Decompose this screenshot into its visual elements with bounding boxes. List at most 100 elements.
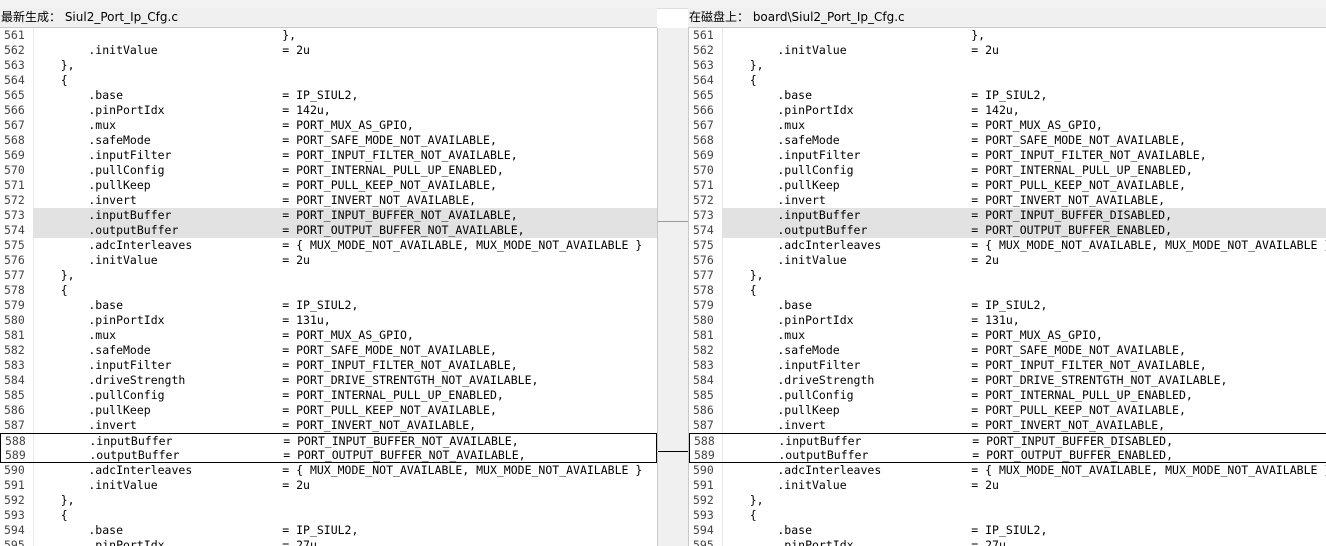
code-line[interactable]: 566 .pinPortIdx = 142u, (0, 103, 657, 118)
code-line[interactable]: 571 .pullKeep = PORT_PULL_KEEP_NOT_AVAIL… (689, 178, 1326, 193)
code-line[interactable]: 580 .pinPortIdx = 131u, (0, 313, 657, 328)
code-line[interactable]: 570 .pullConfig = PORT_INTERNAL_PULL_UP_… (0, 163, 657, 178)
code-line[interactable]: 583 .inputFilter = PORT_INPUT_FILTER_NOT… (0, 358, 657, 373)
code-line[interactable]: 567 .mux = PORT_MUX_AS_GPIO, (689, 118, 1326, 133)
code-line[interactable]: 562 .initValue = 2u (689, 43, 1326, 58)
code-line[interactable]: 562 .initValue = 2u (0, 43, 657, 58)
code-line[interactable]: 568 .safeMode = PORT_SAFE_MODE_NOT_AVAIL… (0, 133, 657, 148)
code-text: .base = IP_SIUL2, (722, 88, 1048, 102)
code-line[interactable]: 578 { (689, 283, 1326, 298)
code-line[interactable]: 587 .invert = PORT_INVERT_NOT_AVAILABLE, (0, 418, 657, 433)
code-line[interactable]: 591 .initValue = 2u (689, 478, 1326, 493)
code-line[interactable]: 571 .pullKeep = PORT_PULL_KEEP_NOT_AVAIL… (0, 178, 657, 193)
code-line[interactable]: 591 .initValue = 2u (0, 478, 657, 493)
code-line[interactable]: 581 .mux = PORT_MUX_AS_GPIO, (0, 328, 657, 343)
code-line[interactable]: 585 .pullConfig = PORT_INTERNAL_PULL_UP_… (689, 388, 1326, 403)
code-line[interactable]: 577 }, (689, 268, 1326, 283)
code-line[interactable]: 580 .pinPortIdx = 131u, (689, 313, 1326, 328)
code-text: { (33, 508, 68, 522)
code-line[interactable]: 584 .driveStrength = PORT_DRIVE_STRENTGT… (689, 373, 1326, 388)
code-line[interactable]: 563 }, (689, 58, 1326, 73)
code-line[interactable]: 593 { (0, 508, 657, 523)
code-line[interactable]: 584 .driveStrength = PORT_DRIVE_STRENTGT… (0, 373, 657, 388)
code-line[interactable]: 588 .inputBuffer = PORT_INPUT_BUFFER_NOT… (0, 433, 657, 448)
code-line[interactable]: 589 .outputBuffer = PORT_OUTPUT_BUFFER_N… (0, 448, 657, 463)
line-number: 585 (4, 388, 25, 402)
line-number: 581 (693, 328, 714, 342)
code-line[interactable]: 569 .inputFilter = PORT_INPUT_FILTER_NOT… (0, 148, 657, 163)
code-line[interactable]: 575 .adcInterleaves = { MUX_MODE_NOT_AVA… (0, 238, 657, 253)
code-line[interactable]: 568 .safeMode = PORT_SAFE_MODE_NOT_AVAIL… (689, 133, 1326, 148)
code-line[interactable]: 577 }, (0, 268, 657, 283)
code-line[interactable]: 573 .inputBuffer = PORT_INPUT_BUFFER_DIS… (689, 208, 1326, 223)
code-line[interactable]: 561 }, (689, 28, 1326, 43)
code-line[interactable]: 586 .pullKeep = PORT_PULL_KEEP_NOT_AVAIL… (0, 403, 657, 418)
left-code-pane[interactable]: 561 }, 562 .initValue = 2u 563 }, 564 {565 … (0, 28, 657, 546)
code-line[interactable]: 579 .base = IP_SIUL2, (0, 298, 657, 313)
code-line[interactable]: 594 .base = IP_SIUL2, (0, 523, 657, 538)
code-text: .initValue = 2u (722, 43, 999, 57)
code-line[interactable]: 585 .pullConfig = PORT_INTERNAL_PULL_UP_… (0, 388, 657, 403)
code-line[interactable]: 574 .outputBuffer = PORT_OUTPUT_BUFFER_E… (689, 223, 1326, 238)
code-line[interactable]: 586 .pullKeep = PORT_PULL_KEEP_NOT_AVAIL… (689, 403, 1326, 418)
right-code-lines: 561 }, 562 .initValue = 2u 563 }, 564 {565 … (689, 28, 1326, 546)
code-line[interactable]: 592 }, (0, 493, 657, 508)
code-line[interactable]: 595 .pinPortIdx = 27u, (0, 538, 657, 546)
code-line[interactable]: 590 .adcInterleaves = { MUX_MODE_NOT_AVA… (689, 463, 1326, 478)
code-line[interactable]: 576 .initValue = 2u (0, 253, 657, 268)
code-line[interactable]: 565 .base = IP_SIUL2, (689, 88, 1326, 103)
code-text: .invert = PORT_INVERT_NOT_AVAILABLE, (722, 418, 1166, 432)
code-line[interactable]: 582 .safeMode = PORT_SAFE_MODE_NOT_AVAIL… (0, 343, 657, 358)
code-line[interactable]: 569 .inputFilter = PORT_INPUT_FILTER_NOT… (689, 148, 1326, 163)
diff-gutter[interactable] (657, 28, 689, 546)
code-text: .safeMode = PORT_SAFE_MODE_NOT_AVAILABLE… (33, 133, 497, 147)
code-text: .initValue = 2u (33, 253, 310, 267)
code-line[interactable]: 565 .base = IP_SIUL2, (0, 88, 657, 103)
code-line[interactable]: 590 .adcInterleaves = { MUX_MODE_NOT_AVA… (0, 463, 657, 478)
code-text: .pullKeep = PORT_PULL_KEEP_NOT_AVAILABLE… (722, 403, 1186, 417)
code-line[interactable]: 595 .pinPortIdx = 27u, (689, 538, 1326, 546)
code-text: .base = IP_SIUL2, (33, 298, 359, 312)
code-text: .pinPortIdx = 27u, (33, 538, 324, 546)
code-text: .inputFilter = PORT_INPUT_FILTER_NOT_AVA… (33, 148, 518, 162)
diff-link-marker-selected (658, 451, 689, 452)
code-line[interactable]: 594 .base = IP_SIUL2, (689, 523, 1326, 538)
code-line[interactable]: 593 { (689, 508, 1326, 523)
code-line[interactable]: 572 .invert = PORT_INVERT_NOT_AVAILABLE, (689, 193, 1326, 208)
line-number: 586 (693, 403, 714, 417)
code-line[interactable]: 566 .pinPortIdx = 142u, (689, 103, 1326, 118)
code-line[interactable]: 567 .mux = PORT_MUX_AS_GPIO, (0, 118, 657, 133)
code-line[interactable]: 570 .pullConfig = PORT_INTERNAL_PULL_UP_… (689, 163, 1326, 178)
line-number: 565 (693, 88, 714, 102)
code-line[interactable]: 592 }, (689, 493, 1326, 508)
code-line[interactable]: 588 .inputBuffer = PORT_INPUT_BUFFER_DIS… (689, 433, 1326, 448)
line-number: 574 (0, 223, 33, 238)
code-line[interactable]: 589 .outputBuffer = PORT_OUTPUT_BUFFER_E… (689, 448, 1326, 463)
line-number: 589 (5, 448, 26, 462)
line-number: 570 (4, 163, 25, 177)
code-line[interactable]: 576 .initValue = 2u (689, 253, 1326, 268)
line-number: 567 (4, 118, 25, 132)
code-line[interactable]: 587 .invert = PORT_INVERT_NOT_AVAILABLE, (689, 418, 1326, 433)
code-text: .initValue = 2u (722, 478, 999, 492)
code-text: }, (33, 58, 75, 72)
code-line[interactable]: 564 { (0, 73, 657, 88)
right-code-pane[interactable]: 561 }, 562 .initValue = 2u 563 }, 564 {565 … (688, 28, 1326, 546)
code-line[interactable]: 561 }, (0, 28, 657, 43)
code-line[interactable]: 583 .inputFilter = PORT_INPUT_FILTER_NOT… (689, 358, 1326, 373)
code-line[interactable]: 563 }, (0, 58, 657, 73)
code-line[interactable]: 572 .invert = PORT_INVERT_NOT_AVAILABLE, (0, 193, 657, 208)
code-line[interactable]: 564 { (689, 73, 1326, 88)
code-line[interactable]: 582 .safeMode = PORT_SAFE_MODE_NOT_AVAIL… (689, 343, 1326, 358)
code-line[interactable]: 573 .inputBuffer = PORT_INPUT_BUFFER_NOT… (0, 208, 657, 223)
code-line[interactable]: 579 .base = IP_SIUL2, (689, 298, 1326, 313)
code-line[interactable]: 574 .outputBuffer = PORT_OUTPUT_BUFFER_N… (0, 223, 657, 238)
code-text: .inputBuffer = PORT_INPUT_BUFFER_DISABLE… (723, 434, 1174, 448)
code-line[interactable]: 575 .adcInterleaves = { MUX_MODE_NOT_AVA… (689, 238, 1326, 253)
code-text: .inputBuffer = PORT_INPUT_BUFFER_NOT_AVA… (34, 434, 519, 448)
code-line[interactable]: 578 { (0, 283, 657, 298)
code-text: { (722, 508, 757, 522)
left-code-lines: 561 }, 562 .initValue = 2u 563 }, 564 {565 … (0, 28, 657, 546)
line-number: 587 (693, 418, 714, 432)
code-line[interactable]: 581 .mux = PORT_MUX_AS_GPIO, (689, 328, 1326, 343)
